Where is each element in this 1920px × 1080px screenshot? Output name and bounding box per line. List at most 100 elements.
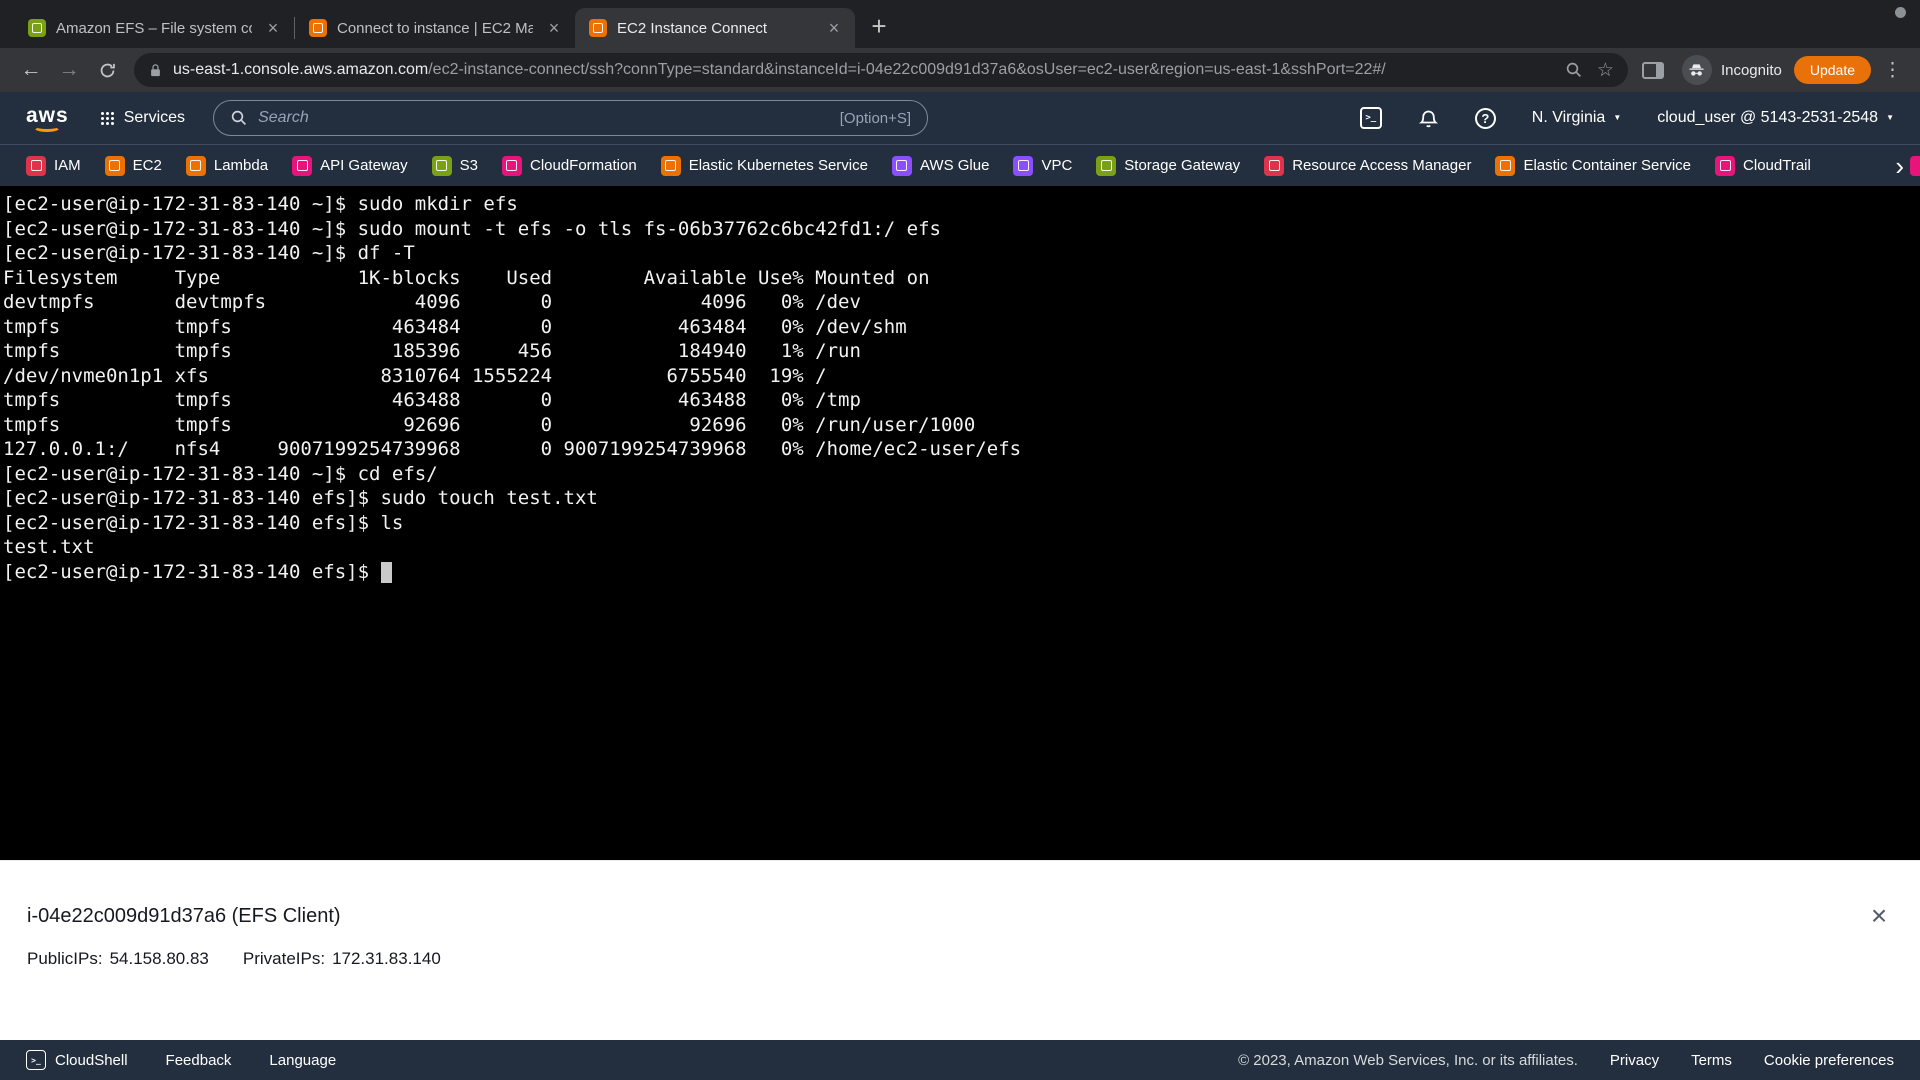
cloudformation-service-icon xyxy=(501,155,522,176)
footer-cloudshell-button[interactable]: >_ CloudShell xyxy=(26,1050,128,1070)
url-domain: us-east-1.console.aws.amazon.com xyxy=(173,61,429,78)
storage-gateway-service-icon xyxy=(1096,155,1117,176)
incognito-badge-icon xyxy=(1681,55,1712,85)
tab-connect-to-instance[interactable]: Connect to instance | EC2 Man × xyxy=(295,8,575,48)
private-ip-label: PrivateIPs: xyxy=(242,949,326,968)
tab-close-icon[interactable]: × xyxy=(823,17,845,39)
public-ip: PublicIPs: 54.158.80.83 xyxy=(27,949,209,969)
private-ip-value: 172.31.83.140 xyxy=(332,949,441,968)
cloudshell-icon: >_ xyxy=(26,1050,46,1070)
account-label: cloud_user @ 5143-2531-2548 xyxy=(1657,109,1879,126)
favorites-item-eks[interactable]: Elastic Kubernetes Service xyxy=(660,155,868,176)
ram-service-icon xyxy=(1264,155,1285,176)
region-selector[interactable]: N. Virginia ▼ xyxy=(1532,109,1621,127)
instance-title: i-04e22c009d91d37a6 (EFS Client) xyxy=(27,905,341,927)
favorites-overflow-icon[interactable] xyxy=(1910,156,1920,176)
notifications-bell-icon[interactable] xyxy=(1418,108,1439,129)
search-shortcut: [Option+S] xyxy=(839,109,912,127)
favorites-item-s3[interactable]: S3 xyxy=(431,155,478,176)
help-icon[interactable]: ? xyxy=(1474,107,1496,129)
vpc-service-icon xyxy=(1013,155,1034,176)
favorites-item-vpc[interactable]: VPC xyxy=(1013,155,1072,176)
ec2-service-icon xyxy=(104,155,125,176)
favorites-item-storage-gateway[interactable]: Storage Gateway xyxy=(1096,155,1240,176)
url-text: us-east-1.console.aws.amazon.com/ec2-ins… xyxy=(173,61,1551,79)
region-label: N. Virginia xyxy=(1531,109,1606,126)
favorites-item-aws-glue[interactable]: AWS Glue xyxy=(891,155,989,176)
favorites-scroll-chevron-icon[interactable]: › xyxy=(1885,152,1904,179)
favorites-item-cloudformation[interactable]: CloudFormation xyxy=(501,155,637,176)
public-ip-label: PublicIPs: xyxy=(27,949,103,968)
favorites-item-ram[interactable]: Resource Access Manager xyxy=(1264,155,1471,176)
cloudshell-icon[interactable]: >_ xyxy=(1359,107,1382,129)
new-tab-button[interactable]: + xyxy=(861,8,897,44)
tab-title: EC2 Instance Connect xyxy=(617,19,768,37)
favorites-item-lambda[interactable]: Lambda xyxy=(185,155,268,176)
efs-favicon xyxy=(28,19,46,37)
url-path: /ec2-instance-connect/ssh?connType=stand… xyxy=(428,61,1386,78)
account-menu[interactable]: cloud_user @ 5143-2531-2548 ▼ xyxy=(1657,109,1894,127)
tab-close-icon[interactable]: × xyxy=(543,17,565,39)
chevron-down-icon: ▼ xyxy=(1886,113,1894,122)
tab-ec2-instance-connect[interactable]: EC2 Instance Connect × xyxy=(575,8,855,48)
forward-icon[interactable]: → xyxy=(50,51,88,89)
aws-console-header: aws Services [Option+S] >_ ? N. Virginia… xyxy=(0,92,1920,144)
favorites-item-api-gateway[interactable]: API Gateway xyxy=(292,155,408,176)
refresh-icon[interactable] xyxy=(88,51,126,89)
console-footer: >_ CloudShell Feedback Language © 2023, … xyxy=(0,1040,1920,1080)
terminal-cursor xyxy=(380,561,392,583)
aws-logo[interactable]: aws xyxy=(26,105,69,132)
favorites-bar: IAM EC2 Lambda API Gateway S3 CloudForma… xyxy=(0,144,1920,186)
terminal-output: [ec2-user@ip-172-31-83-140 ~]$ sudo mkdi… xyxy=(3,193,1022,558)
url-bar[interactable]: us-east-1.console.aws.amazon.com/ec2-ins… xyxy=(134,53,1628,87)
favorites-item-ecs[interactable]: Elastic Container Service xyxy=(1495,155,1691,176)
services-menu-button[interactable]: Services xyxy=(100,109,185,127)
side-panel-icon[interactable] xyxy=(1641,61,1664,79)
incognito-label: Incognito xyxy=(1720,61,1782,79)
s3-service-icon xyxy=(431,155,452,176)
api-gateway-service-icon xyxy=(292,155,313,176)
footer-copyright: © 2023, Amazon Web Services, Inc. or its… xyxy=(1238,1051,1578,1069)
browser-tab-strip: Amazon EFS – File system con × Connect t… xyxy=(0,0,1920,48)
instance-ip-info: PublicIPs: 54.158.80.83 PrivateIPs: 172.… xyxy=(27,949,441,969)
private-ip: PrivateIPs: 172.31.83.140 xyxy=(243,949,441,969)
iam-service-icon xyxy=(26,155,46,176)
tab-title: Amazon EFS – File system con xyxy=(56,19,252,37)
tab-title: Connect to instance | EC2 Man xyxy=(337,19,533,37)
tab-close-icon[interactable]: × xyxy=(262,17,284,39)
search-icon xyxy=(231,110,247,125)
ec2-favicon xyxy=(309,19,327,37)
terminal-prompt: [ec2-user@ip-172-31-83-140 efs]$ xyxy=(3,560,381,583)
footer-cookie-preferences-link[interactable]: Cookie preferences xyxy=(1764,1052,1894,1069)
search-input[interactable] xyxy=(258,109,840,127)
public-ip-value: 54.158.80.83 xyxy=(109,949,209,968)
browser-menu-icon[interactable]: ⋮ xyxy=(1883,59,1902,82)
instance-info-panel: i-04e22c009d91d37a6 (EFS Client) × Publi… xyxy=(0,860,1920,1040)
ec2-favicon xyxy=(589,19,607,37)
ecs-service-icon xyxy=(1495,155,1516,176)
bookmark-star-icon[interactable]: ☆ xyxy=(1597,61,1614,80)
glue-service-icon xyxy=(891,155,912,176)
close-icon[interactable]: × xyxy=(1862,899,1896,933)
chevron-down-icon: ▼ xyxy=(1613,113,1622,122)
zoom-indicator-icon[interactable] xyxy=(1565,61,1583,79)
footer-feedback-link[interactable]: Feedback xyxy=(166,1052,232,1069)
footer-terms-link[interactable]: Terms xyxy=(1691,1052,1732,1069)
browser-control-dot xyxy=(1895,7,1906,18)
tab-amazon-efs[interactable]: Amazon EFS – File system con × xyxy=(14,8,294,48)
terminal[interactable]: [ec2-user@ip-172-31-83-140 ~]$ sudo mkdi… xyxy=(0,186,1920,860)
cloudtrail-service-icon xyxy=(1715,155,1736,176)
favorites-item-iam[interactable]: IAM xyxy=(26,155,81,176)
lambda-service-icon xyxy=(185,155,206,176)
aws-smile-icon xyxy=(33,122,62,132)
console-search-bar[interactable]: [Option+S] xyxy=(213,100,929,136)
padlock-icon xyxy=(151,63,160,76)
favorites-item-cloudtrail[interactable]: CloudTrail xyxy=(1715,155,1811,176)
update-button[interactable]: Update xyxy=(1793,56,1871,84)
browser-toolbar: ← → us-east-1.console.aws.amazon.com/ec2… xyxy=(0,48,1920,92)
favorites-item-ec2[interactable]: EC2 xyxy=(104,155,162,176)
back-icon[interactable]: ← xyxy=(12,51,50,89)
footer-privacy-link[interactable]: Privacy xyxy=(1610,1052,1659,1069)
grid-icon xyxy=(100,111,114,125)
footer-language-link[interactable]: Language xyxy=(269,1052,336,1069)
